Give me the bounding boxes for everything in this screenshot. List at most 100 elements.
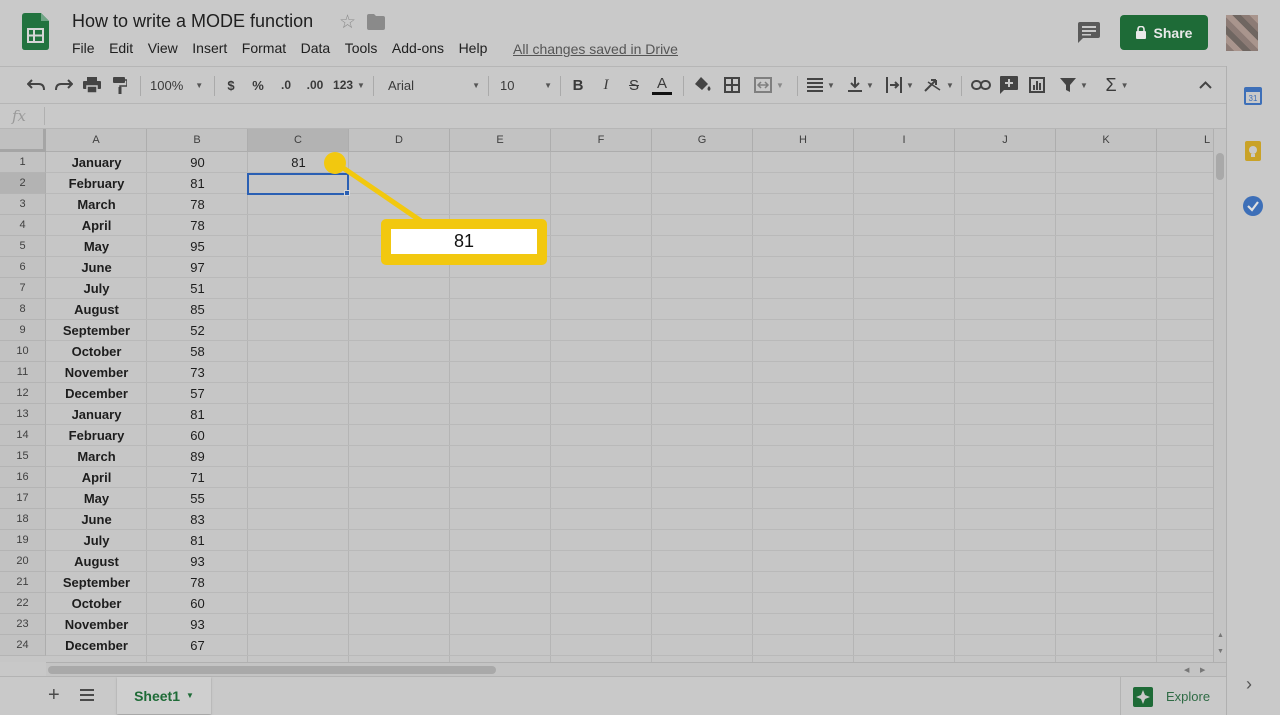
cell-c13[interactable] bbox=[248, 404, 349, 425]
chevron-down-icon[interactable]: ▼ bbox=[186, 691, 194, 700]
cell-a22[interactable]: October bbox=[46, 593, 147, 614]
all-sheets-list-icon[interactable] bbox=[80, 688, 94, 701]
row-header-7[interactable]: 7 bbox=[0, 278, 46, 299]
spreadsheet-grid[interactable]: ABCDEFGHIJKL 1 January 90 81 2 February 81 3 Mar… bbox=[0, 129, 1213, 662]
cell-b2[interactable]: 81 bbox=[147, 173, 248, 194]
row-header-15[interactable]: 15 bbox=[0, 446, 46, 467]
sheets-logo-icon[interactable] bbox=[22, 13, 49, 50]
cell-b14[interactable]: 60 bbox=[147, 425, 248, 446]
cell-a16[interactable]: April bbox=[46, 467, 147, 488]
cell-a1[interactable]: January bbox=[46, 152, 147, 173]
cell-a9[interactable]: September bbox=[46, 320, 147, 341]
insert-chart-icon[interactable] bbox=[1026, 67, 1048, 103]
row-header-8[interactable]: 8 bbox=[0, 299, 46, 320]
cell-b12[interactable]: 57 bbox=[147, 383, 248, 404]
cell-b4[interactable]: 78 bbox=[147, 215, 248, 236]
row-header-12[interactable]: 12 bbox=[0, 383, 46, 404]
cell-c16[interactable] bbox=[248, 467, 349, 488]
font-family-select[interactable]: Arial ▼ bbox=[388, 67, 480, 103]
row-header-22[interactable]: 22 bbox=[0, 593, 46, 614]
vertical-scrollbar[interactable]: ▲ ▼ bbox=[1213, 129, 1226, 662]
percent-format-button[interactable]: % bbox=[249, 67, 267, 103]
cell-b13[interactable]: 81 bbox=[147, 404, 248, 425]
menu-format[interactable]: Format bbox=[242, 40, 286, 60]
print-icon[interactable] bbox=[80, 67, 104, 103]
cell-a12[interactable]: December bbox=[46, 383, 147, 404]
row-header-16[interactable]: 16 bbox=[0, 467, 46, 488]
cell-b9[interactable]: 52 bbox=[147, 320, 248, 341]
horizontal-align-icon[interactable]: ▼ bbox=[805, 67, 837, 103]
scroll-left-arrow-icon[interactable]: ◀ bbox=[1184, 666, 1189, 674]
cell-c21[interactable] bbox=[248, 572, 349, 593]
cell-a15[interactable]: March bbox=[46, 446, 147, 467]
text-color-button[interactable]: A bbox=[651, 67, 673, 103]
menu-view[interactable]: View bbox=[148, 40, 178, 60]
row-header-20[interactable]: 20 bbox=[0, 551, 46, 572]
column-header-g[interactable]: G bbox=[652, 129, 753, 152]
cell-c17[interactable] bbox=[248, 488, 349, 509]
row-header-1[interactable]: 1 bbox=[0, 152, 46, 173]
menu-file[interactable]: File bbox=[72, 40, 95, 60]
cell-a17[interactable]: May bbox=[46, 488, 147, 509]
row-header-10[interactable]: 10 bbox=[0, 341, 46, 362]
cell-b15[interactable]: 89 bbox=[147, 446, 248, 467]
column-header-k[interactable]: K bbox=[1056, 129, 1157, 152]
row-header-23[interactable]: 23 bbox=[0, 614, 46, 635]
menu-insert[interactable]: Insert bbox=[192, 40, 227, 60]
row-header-5[interactable]: 5 bbox=[0, 236, 46, 257]
folder-icon[interactable] bbox=[367, 14, 385, 30]
cell-b10[interactable]: 58 bbox=[147, 341, 248, 362]
cell-c23[interactable] bbox=[248, 614, 349, 635]
row-header-14[interactable]: 14 bbox=[0, 425, 46, 446]
cell-a10[interactable]: October bbox=[46, 341, 147, 362]
column-header-d[interactable]: D bbox=[349, 129, 450, 152]
cell-c24[interactable] bbox=[248, 635, 349, 656]
zoom-select[interactable]: 100% ▼ bbox=[150, 67, 206, 103]
vertical-scroll-thumb[interactable] bbox=[1216, 153, 1224, 180]
cell-b6[interactable]: 97 bbox=[147, 257, 248, 278]
italic-button[interactable]: I bbox=[597, 67, 615, 103]
cell-b21[interactable]: 78 bbox=[147, 572, 248, 593]
cell-a14[interactable]: February bbox=[46, 425, 147, 446]
menu-edit[interactable]: Edit bbox=[109, 40, 133, 60]
text-rotation-icon[interactable]: ▼ bbox=[923, 67, 955, 103]
borders-icon[interactable] bbox=[721, 67, 743, 103]
fill-handle[interactable] bbox=[344, 190, 350, 196]
menu-addons[interactable]: Add-ons bbox=[392, 40, 444, 60]
row-header-17[interactable]: 17 bbox=[0, 488, 46, 509]
cell-c22[interactable] bbox=[248, 593, 349, 614]
cell-a18[interactable]: June bbox=[46, 509, 147, 530]
cell-b18[interactable]: 83 bbox=[147, 509, 248, 530]
strikethrough-button[interactable]: S bbox=[625, 67, 643, 103]
row-header-18[interactable]: 18 bbox=[0, 509, 46, 530]
more-formats-select[interactable]: 123 ▼ bbox=[331, 67, 367, 103]
row-header-6[interactable]: 6 bbox=[0, 257, 46, 278]
filter-icon[interactable]: ▼ bbox=[1055, 67, 1093, 103]
text-wrapping-icon[interactable]: ▼ bbox=[884, 67, 916, 103]
menu-help[interactable]: Help bbox=[459, 40, 488, 60]
cell-c9[interactable] bbox=[248, 320, 349, 341]
functions-menu[interactable]: Σ ▼ bbox=[1100, 67, 1134, 103]
paint-format-icon[interactable] bbox=[108, 67, 132, 103]
cell-c14[interactable] bbox=[248, 425, 349, 446]
scroll-up-arrow-icon[interactable]: ▲ bbox=[1217, 632, 1224, 639]
formula-bar[interactable]: fx bbox=[0, 104, 1226, 129]
cell-c11[interactable] bbox=[248, 362, 349, 383]
cell-b24[interactable]: 67 bbox=[147, 635, 248, 656]
tasks-icon[interactable] bbox=[1243, 196, 1263, 221]
cell-a24[interactable]: December bbox=[46, 635, 147, 656]
selected-cell-c2[interactable] bbox=[247, 173, 349, 195]
column-header-i[interactable]: I bbox=[854, 129, 955, 152]
row-header-3[interactable]: 3 bbox=[0, 194, 46, 215]
cell-c5[interactable] bbox=[248, 236, 349, 257]
cell-b19[interactable]: 81 bbox=[147, 530, 248, 551]
cell-b20[interactable]: 93 bbox=[147, 551, 248, 572]
cell-b1[interactable]: 90 bbox=[147, 152, 248, 173]
cell-a3[interactable]: March bbox=[46, 194, 147, 215]
fill-color-icon[interactable] bbox=[692, 67, 714, 103]
add-sheet-icon[interactable]: + bbox=[48, 684, 60, 707]
cell-b16[interactable]: 71 bbox=[147, 467, 248, 488]
cell-b23[interactable]: 93 bbox=[147, 614, 248, 635]
avatar[interactable] bbox=[1226, 15, 1258, 51]
cell-b8[interactable]: 85 bbox=[147, 299, 248, 320]
